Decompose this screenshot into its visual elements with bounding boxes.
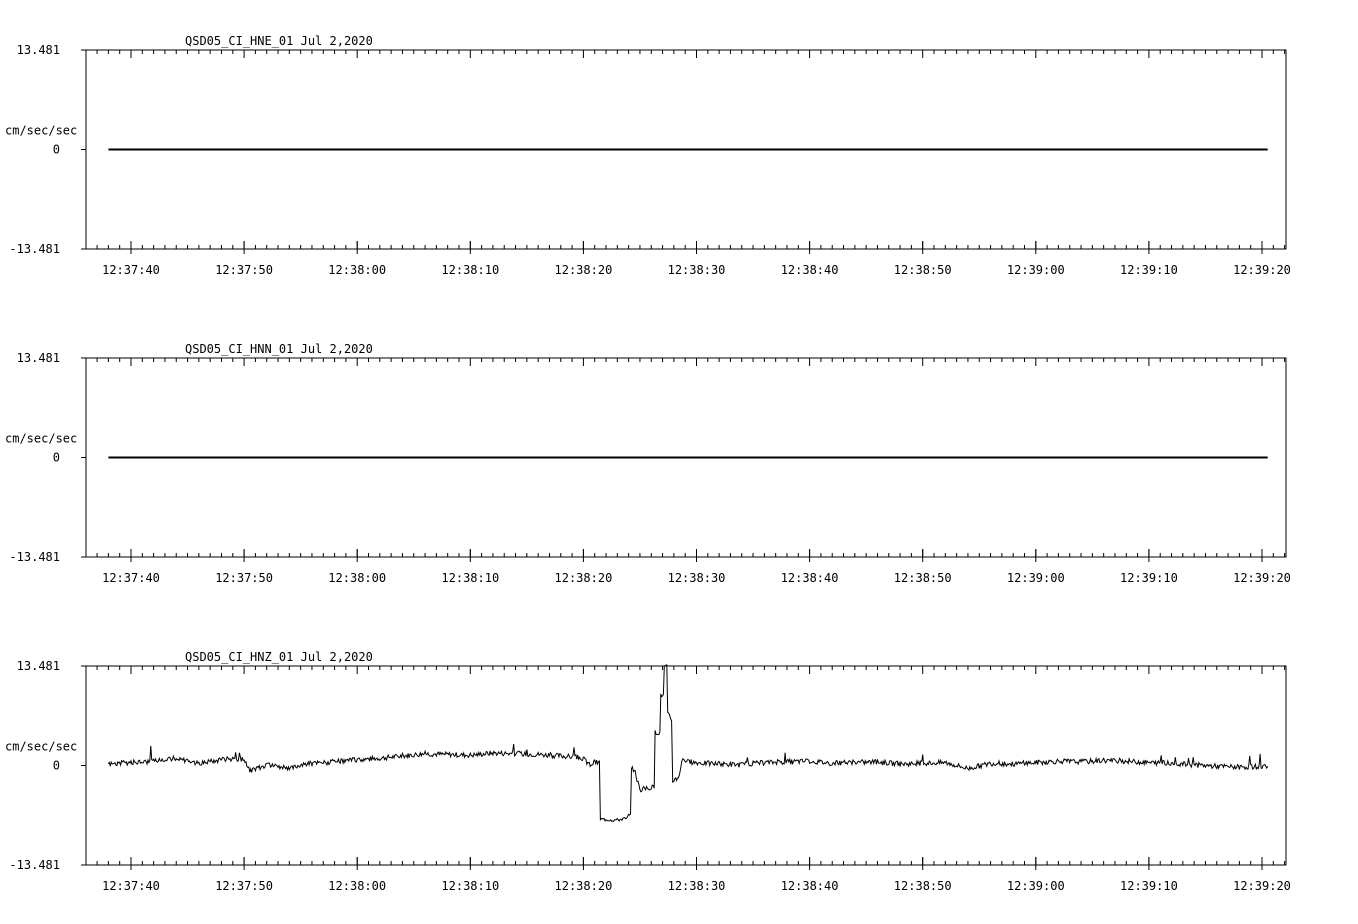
- x-tick-label: 12:37:40: [102, 263, 160, 277]
- x-tick-label: 12:38:20: [555, 263, 613, 277]
- x-tick-label: 12:38:20: [555, 879, 613, 893]
- panel-title: QSD05_CI_HNZ_01 Jul 2,2020: [185, 650, 373, 664]
- x-tick-label: 12:38:20: [555, 571, 613, 585]
- x-tick-label: 12:39:00: [1007, 263, 1065, 277]
- x-tick-label: 12:37:50: [215, 263, 273, 277]
- x-tick-label: 12:38:40: [781, 263, 839, 277]
- seismogram-figure: QSD05_CI_HNE_01 Jul 2,2020 13.481 0 -13.481…: [5, 34, 1291, 893]
- plot-frame: [85, 665, 1287, 866]
- x-tick-label: 12:37:50: [215, 571, 273, 585]
- x-tick-label: 12:39:10: [1120, 879, 1178, 893]
- x-tick-label: 12:37:40: [102, 879, 160, 893]
- y-tick-label: -13.481: [9, 242, 60, 256]
- x-tick-label: 12:38:50: [894, 263, 952, 277]
- y-axis-label: cm/sec/sec: [5, 740, 77, 754]
- x-tick-label: 12:38:40: [781, 879, 839, 893]
- panel-title: QSD05_CI_HNN_01 Jul 2,2020: [185, 342, 373, 356]
- x-tick-label: 12:39:00: [1007, 879, 1065, 893]
- x-tick-label: 12:39:00: [1007, 571, 1065, 585]
- x-tick-label: 12:39:10: [1120, 571, 1178, 585]
- y-tick-label: 13.481: [17, 43, 60, 57]
- y-tick-label: 13.481: [17, 351, 60, 365]
- x-tick-label: 12:38:30: [668, 879, 726, 893]
- panel-title: QSD05_CI_HNE_01 Jul 2,2020: [185, 34, 373, 48]
- panel-1: QSD05_CI_HNE_01 Jul 2,2020 13.481 0 -13.481…: [5, 34, 1291, 277]
- x-tick-label: 12:38:10: [441, 263, 499, 277]
- panel-3: QSD05_CI_HNZ_01 Jul 2,2020 13.481 0 -13.481…: [5, 650, 1291, 893]
- x-tick-label: 12:38:10: [441, 879, 499, 893]
- x-tick-label: 12:39:20: [1233, 571, 1291, 585]
- y-axis-label: cm/sec/sec: [5, 124, 77, 138]
- x-tick-label: 12:38:30: [668, 571, 726, 585]
- x-tick-label: 12:38:00: [328, 879, 386, 893]
- x-tick-label: 12:38:40: [781, 571, 839, 585]
- y-tick-label: -13.481: [9, 858, 60, 872]
- x-tick-label: 12:38:50: [894, 571, 952, 585]
- x-tick-label: 12:38:30: [668, 263, 726, 277]
- x-tick-label: 12:38:00: [328, 263, 386, 277]
- x-tick-label: 12:39:20: [1233, 263, 1291, 277]
- x-tick-label: 12:38:10: [441, 571, 499, 585]
- trace-line: [107, 664, 1269, 822]
- x-tick-label: 12:37:40: [102, 571, 160, 585]
- x-tick-label: 12:38:50: [894, 879, 952, 893]
- y-axis-label: cm/sec/sec: [5, 432, 77, 446]
- x-tick-label: 12:39:10: [1120, 263, 1178, 277]
- x-tick-label: 12:39:20: [1233, 879, 1291, 893]
- x-tick-label: 12:37:50: [215, 879, 273, 893]
- x-tick-label: 12:38:00: [328, 571, 386, 585]
- y-tick-label: -13.481: [9, 550, 60, 564]
- panel-2: QSD05_CI_HNN_01 Jul 2,2020 13.481 0 -13.481…: [5, 342, 1291, 585]
- y-tick-label: 0: [53, 451, 60, 465]
- y-tick-label: 13.481: [17, 659, 60, 673]
- y-tick-label: 0: [53, 759, 60, 773]
- y-tick-label: 0: [53, 143, 60, 157]
